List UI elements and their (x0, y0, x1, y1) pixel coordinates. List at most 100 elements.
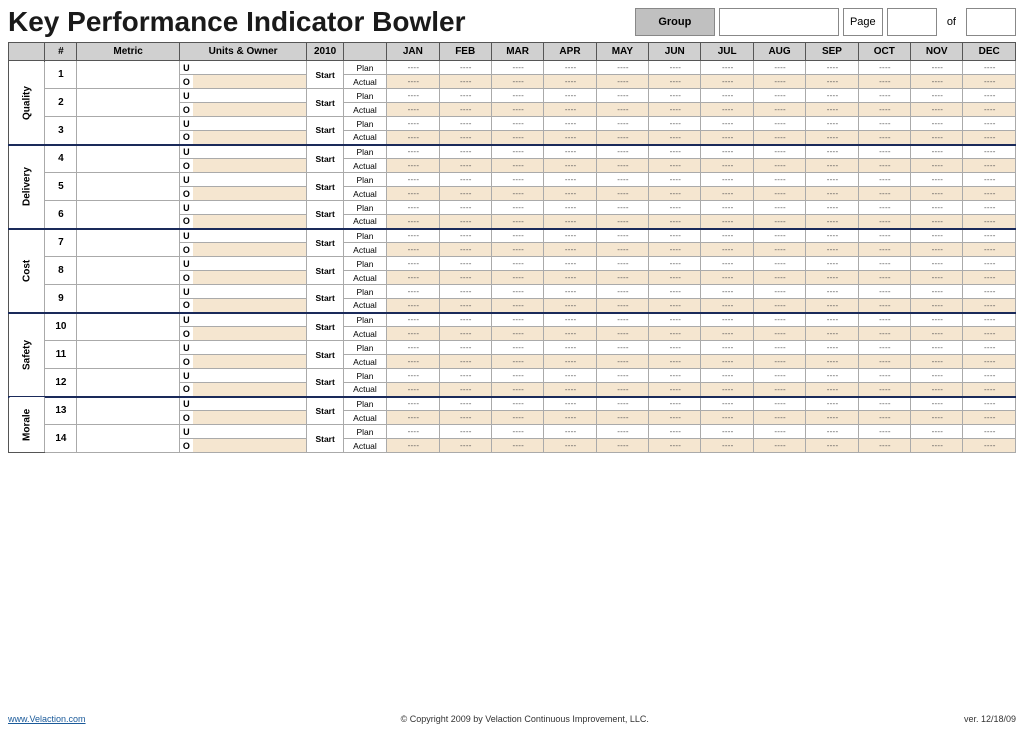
plan-month-feb[interactable]: - - - - (439, 173, 491, 187)
plan-month-oct[interactable]: - - - - (858, 117, 910, 131)
plan-month-feb[interactable]: - - - - (439, 61, 491, 75)
actual-month-oct[interactable]: - - - - (858, 411, 910, 425)
actual-month-oct[interactable]: - - - - (858, 187, 910, 201)
actual-month-dec[interactable]: - - - - (963, 103, 1016, 117)
plan-month-sep[interactable]: - - - - (806, 397, 858, 411)
plan-month-apr[interactable]: - - - - (544, 425, 596, 439)
plan-month-dec[interactable]: - - - - (963, 257, 1016, 271)
plan-month-may[interactable]: - - - - (596, 173, 648, 187)
plan-month-dec[interactable]: - - - - (963, 89, 1016, 103)
plan-month-jan[interactable]: - - - - (387, 285, 439, 299)
plan-month-oct[interactable]: - - - - (858, 341, 910, 355)
actual-month-jun[interactable]: - - - - (649, 299, 701, 313)
plan-month-jul[interactable]: - - - - (701, 341, 753, 355)
plan-month-jun[interactable]: - - - - (649, 425, 701, 439)
actual-month-dec[interactable]: - - - - (963, 355, 1016, 369)
actual-month-aug[interactable]: - - - - (753, 243, 805, 257)
actual-month-jul[interactable]: - - - - (701, 299, 753, 313)
plan-month-may[interactable]: - - - - (596, 61, 648, 75)
actual-month-jun[interactable]: - - - - (649, 411, 701, 425)
actual-month-jun[interactable]: - - - - (649, 75, 701, 89)
metric-cell[interactable] (77, 285, 180, 313)
metric-cell[interactable] (77, 145, 180, 173)
actual-month-jul[interactable]: - - - - (701, 243, 753, 257)
actual-month-may[interactable]: - - - - (596, 75, 648, 89)
actual-month-dec[interactable]: - - - - (963, 243, 1016, 257)
plan-month-sep[interactable]: - - - - (806, 201, 858, 215)
plan-month-jun[interactable]: - - - - (649, 257, 701, 271)
actual-month-jun[interactable]: - - - - (649, 131, 701, 145)
plan-month-apr[interactable]: - - - - (544, 89, 596, 103)
owner-cell[interactable] (193, 243, 307, 257)
plan-month-nov[interactable]: - - - - (911, 229, 963, 243)
actual-month-dec[interactable]: - - - - (963, 411, 1016, 425)
plan-month-dec[interactable]: - - - - (963, 61, 1016, 75)
actual-month-feb[interactable]: - - - - (439, 327, 491, 341)
actual-month-feb[interactable]: - - - - (439, 187, 491, 201)
plan-month-oct[interactable]: - - - - (858, 201, 910, 215)
plan-month-sep[interactable]: - - - - (806, 285, 858, 299)
actual-month-jul[interactable]: - - - - (701, 383, 753, 397)
actual-month-jan[interactable]: - - - - (387, 103, 439, 117)
plan-month-aug[interactable]: - - - - (753, 341, 805, 355)
actual-month-may[interactable]: - - - - (596, 159, 648, 173)
owner-cell[interactable] (193, 355, 307, 369)
plan-month-nov[interactable]: - - - - (911, 89, 963, 103)
owner-cell[interactable] (193, 299, 307, 313)
plan-month-apr[interactable]: - - - - (544, 313, 596, 327)
plan-month-jan[interactable]: - - - - (387, 61, 439, 75)
actual-month-may[interactable]: - - - - (596, 299, 648, 313)
plan-month-mar[interactable]: - - - - (491, 173, 543, 187)
plan-month-nov[interactable]: - - - - (911, 397, 963, 411)
actual-month-jun[interactable]: - - - - (649, 355, 701, 369)
actual-month-feb[interactable]: - - - - (439, 159, 491, 173)
plan-month-sep[interactable]: - - - - (806, 229, 858, 243)
actual-month-aug[interactable]: - - - - (753, 131, 805, 145)
plan-month-nov[interactable]: - - - - (911, 341, 963, 355)
actual-month-dec[interactable]: - - - - (963, 299, 1016, 313)
actual-month-dec[interactable]: - - - - (963, 383, 1016, 397)
plan-month-dec[interactable]: - - - - (963, 341, 1016, 355)
actual-month-mar[interactable]: - - - - (491, 187, 543, 201)
plan-month-aug[interactable]: - - - - (753, 61, 805, 75)
plan-month-sep[interactable]: - - - - (806, 425, 858, 439)
plan-month-mar[interactable]: - - - - (491, 229, 543, 243)
plan-month-oct[interactable]: - - - - (858, 285, 910, 299)
plan-month-dec[interactable]: - - - - (963, 285, 1016, 299)
owner-cell[interactable] (193, 215, 307, 229)
units-cell[interactable] (193, 397, 307, 411)
plan-month-nov[interactable]: - - - - (911, 201, 963, 215)
actual-month-mar[interactable]: - - - - (491, 327, 543, 341)
plan-month-mar[interactable]: - - - - (491, 369, 543, 383)
actual-month-dec[interactable]: - - - - (963, 327, 1016, 341)
units-cell[interactable] (193, 173, 307, 187)
actual-month-may[interactable]: - - - - (596, 439, 648, 453)
actual-month-aug[interactable]: - - - - (753, 271, 805, 285)
actual-month-nov[interactable]: - - - - (911, 327, 963, 341)
plan-month-jan[interactable]: - - - - (387, 341, 439, 355)
actual-month-jan[interactable]: - - - - (387, 131, 439, 145)
plan-month-mar[interactable]: - - - - (491, 313, 543, 327)
actual-month-apr[interactable]: - - - - (544, 327, 596, 341)
plan-month-jun[interactable]: - - - - (649, 89, 701, 103)
plan-month-may[interactable]: - - - - (596, 257, 648, 271)
actual-month-sep[interactable]: - - - - (806, 439, 858, 453)
actual-month-jan[interactable]: - - - - (387, 439, 439, 453)
actual-month-sep[interactable]: - - - - (806, 103, 858, 117)
actual-month-dec[interactable]: - - - - (963, 439, 1016, 453)
units-cell[interactable] (193, 313, 307, 327)
actual-month-jun[interactable]: - - - - (649, 439, 701, 453)
plan-month-sep[interactable]: - - - - (806, 341, 858, 355)
start-cell[interactable]: Start (307, 145, 343, 173)
actual-month-may[interactable]: - - - - (596, 355, 648, 369)
actual-month-jun[interactable]: - - - - (649, 383, 701, 397)
actual-month-apr[interactable]: - - - - (544, 383, 596, 397)
plan-month-jul[interactable]: - - - - (701, 257, 753, 271)
group-box[interactable]: Group (635, 8, 715, 36)
plan-month-aug[interactable]: - - - - (753, 313, 805, 327)
actual-month-feb[interactable]: - - - - (439, 383, 491, 397)
metric-cell[interactable] (77, 313, 180, 341)
actual-month-dec[interactable]: - - - - (963, 271, 1016, 285)
plan-month-jul[interactable]: - - - - (701, 61, 753, 75)
actual-month-mar[interactable]: - - - - (491, 439, 543, 453)
